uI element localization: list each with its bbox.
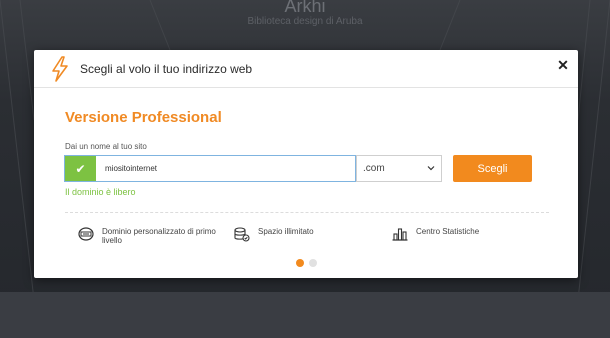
carousel-dot[interactable]: [309, 259, 317, 267]
carousel-dot[interactable]: [296, 259, 304, 267]
feature-label: Dominio personalizzato di primo livello: [102, 227, 216, 245]
database-icon: [234, 227, 250, 242]
server-icon: [78, 227, 94, 241]
feature-item: Spazio illimitato: [234, 227, 314, 242]
version-heading: Versione Professional: [65, 109, 222, 126]
domain-modal: Scegli al volo il tuo indirizzo web ✕ Ve…: [34, 50, 578, 278]
background-title: Arkhi: [284, 0, 326, 16]
feature-label: Centro Statistiche: [416, 227, 480, 236]
check-icon: ✔: [65, 156, 96, 181]
divider: [65, 212, 549, 213]
tld-select[interactable]: .com: [356, 155, 442, 182]
choose-button[interactable]: Scegli: [453, 155, 532, 182]
background-footer: [0, 292, 610, 338]
modal-title: Scegli al volo il tuo indirizzo web: [80, 61, 253, 76]
close-icon[interactable]: ✕: [556, 58, 570, 72]
domain-status: Il dominio è libero: [65, 187, 136, 197]
feature-label: Spazio illimitato: [258, 227, 314, 236]
modal-header: Scegli al volo il tuo indirizzo web ✕: [34, 50, 578, 88]
domain-input[interactable]: [96, 156, 355, 181]
lightning-bolt-icon: [52, 55, 68, 82]
domain-field-label: Dai un nome al tuo sito: [65, 142, 147, 151]
domain-input-group: ✔: [64, 155, 356, 182]
bar-chart-icon: [392, 228, 408, 241]
background-subtitle: Biblioteca design di Aruba: [247, 16, 363, 27]
carousel-dots: [296, 259, 317, 267]
tld-selected-value: .com: [363, 163, 385, 174]
feature-item: Dominio personalizzato di primo livello: [78, 227, 223, 245]
chevron-down-icon: [427, 166, 435, 171]
feature-item: Centro Statistiche: [392, 227, 479, 241]
